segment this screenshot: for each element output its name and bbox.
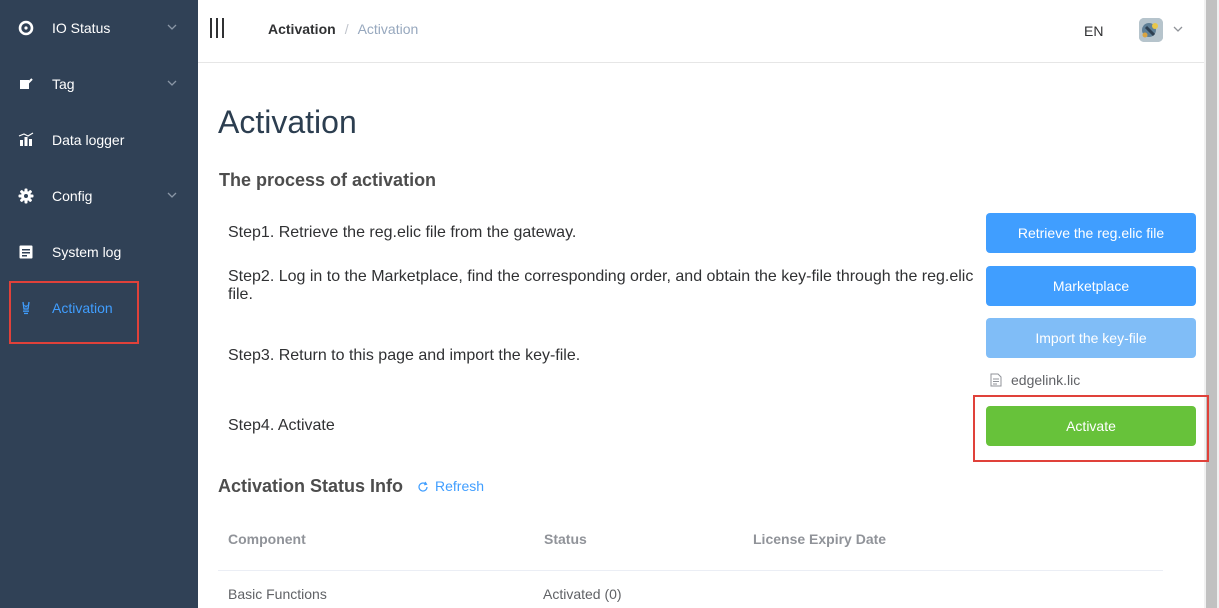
document-icon (990, 373, 1002, 387)
scrollbar[interactable] (1204, 0, 1219, 608)
sidebar-item-tag[interactable]: Tag (0, 56, 198, 112)
chevron-down-icon[interactable] (1172, 22, 1184, 34)
log-icon (18, 244, 34, 260)
sidebar-item-label: Tag (52, 76, 75, 92)
retrieve-reg-file-button[interactable]: Retrieve the reg.elic file (986, 213, 1196, 253)
table-cell-status: Activated (0) (543, 586, 622, 602)
avatar[interactable] (1139, 18, 1163, 42)
sidebar-item-label: IO Status (52, 20, 111, 36)
step-4-text: Step4. Activate (228, 417, 335, 434)
scrollbar-thumb[interactable] (1206, 0, 1217, 608)
step-2-text: Step2. Log in to the Marketplace, find t… (228, 268, 974, 303)
sidebar-item-label: Data logger (52, 132, 125, 148)
highlight-box-activation-menu (9, 281, 139, 344)
highlight-box-activate-button (973, 395, 1209, 462)
uploaded-file[interactable]: edgelink.lic (990, 371, 1080, 389)
chevron-down-icon (166, 20, 178, 32)
sidebar-item-config[interactable]: Config (0, 168, 198, 224)
page-title: Activation (218, 104, 357, 140)
sidebar-item-label: Config (52, 188, 93, 204)
refresh-icon (417, 480, 429, 492)
navbar: Activation / Activation EN (198, 0, 1204, 63)
table-cell-component: Basic Functions (228, 586, 327, 602)
gear-icon (18, 188, 34, 204)
breadcrumb-item-activation[interactable]: Activation (268, 21, 336, 37)
section-title-status: Activation Status Info (218, 476, 404, 496)
breadcrumb-item-current: Activation (357, 21, 419, 37)
refresh-link[interactable]: Refresh (417, 478, 484, 494)
column-header-status: Status (544, 531, 587, 547)
chevron-down-icon (166, 188, 178, 200)
table-divider (218, 570, 1163, 571)
file-name: edgelink.lic (1011, 372, 1081, 388)
column-header-expiry: License Expiry Date (753, 531, 887, 547)
hamburger-icon[interactable] (210, 18, 226, 38)
chevron-down-icon (166, 76, 178, 88)
sidebar-item-data-logger[interactable]: Data logger (0, 112, 198, 168)
step-1-text: Step1. Retrieve the reg.elic file from t… (228, 224, 577, 241)
step-3-text: Step3. Return to this page and import th… (228, 347, 581, 364)
breadcrumb-separator: / (344, 21, 349, 37)
column-header-component: Component (228, 531, 306, 547)
io-status-icon (18, 20, 34, 36)
sidebar-item-label: System log (52, 244, 122, 260)
import-key-file-button[interactable]: Import the key-file (986, 318, 1196, 358)
language-switch[interactable]: EN (1084, 23, 1103, 39)
sidebar-item-system-log[interactable]: System log (0, 224, 198, 280)
section-title-process: The process of activation (219, 170, 437, 190)
sidebar-item-io-status[interactable]: IO Status (0, 0, 198, 56)
tag-icon (18, 76, 34, 92)
breadcrumb: Activation / Activation (268, 21, 418, 37)
marketplace-button[interactable]: Marketplace (986, 266, 1196, 306)
chart-icon (18, 132, 34, 148)
refresh-label: Refresh (435, 478, 485, 494)
